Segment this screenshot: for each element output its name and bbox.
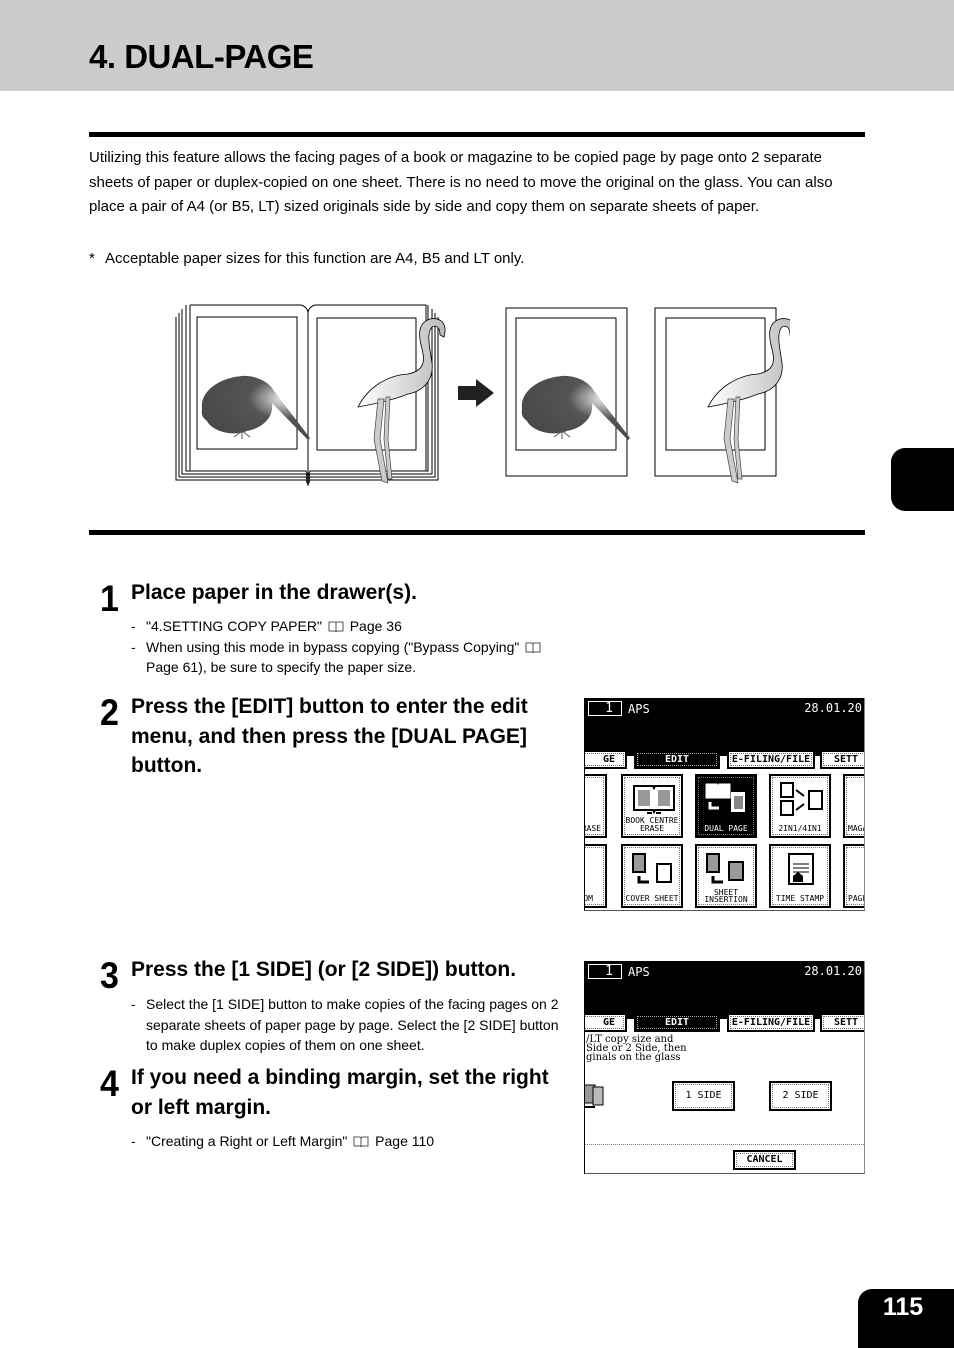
chapter-tab [891, 448, 954, 511]
page-number: 115 [882, 1293, 924, 1321]
tab-image[interactable]: GE [585, 1013, 627, 1032]
step-number: 4 [100, 1063, 119, 1104]
2-side-button[interactable]: 2 SIDE [769, 1081, 832, 1111]
tab-edit[interactable]: EDIT [634, 750, 720, 769]
step-number: 1 [100, 578, 119, 619]
1-side-button[interactable]: 1 SIDE [672, 1081, 735, 1111]
step-title: If you need a binding margin, set the ri… [131, 1066, 549, 1119]
section-divider [89, 530, 865, 535]
top-divider [89, 132, 865, 137]
sheet-insertion-icon [706, 853, 744, 884]
copy-count: 1 [588, 701, 622, 716]
date-display: 28.01.20 [804, 701, 862, 715]
screen-tabs: GE EDIT E-FILING/FILE SETT [585, 750, 864, 770]
step-title: Press the [EDIT] button to enter the edi… [131, 695, 528, 777]
note-item: - "Creating a Right or Left Margin" Page… [131, 1133, 435, 1149]
step-title: Press the [1 SIDE] (or [2 SIDE]) button. [131, 958, 517, 981]
cancel-button[interactable]: CANCEL [733, 1150, 796, 1170]
screen-message: /LT copy size and Side or 2 Side, then gin… [586, 1034, 687, 1063]
dual-page-button[interactable]: DUAL PAGE [695, 774, 757, 838]
time-stamp-button[interactable]: TIME STAMP [769, 844, 831, 908]
cover-sheet-button[interactable]: COVER SHEET [621, 844, 683, 908]
dual-page-icon [705, 783, 745, 812]
step-number: 3 [100, 955, 119, 996]
tab-settings[interactable]: SETT [820, 1013, 864, 1032]
page-title: 4. DUAL-PAGE [89, 38, 314, 75]
dual-page-screen: 1 APS 28.01.20 GE EDIT E-FILING/FILE SET… [584, 961, 865, 1174]
step-number: 2 [100, 692, 119, 733]
book-centre-erase-button[interactable]: BOOK CENTRE ERASE [621, 774, 683, 838]
edit-menu-screen: 1 APS 28.01.20 GE EDIT E-FILING/FILE SET… [584, 698, 865, 911]
duplex-pages-icon [585, 1084, 604, 1108]
tab-efiling-file[interactable]: E-FILING/FILE [727, 750, 815, 769]
step-title: Place paper in the drawer(s). [131, 581, 417, 604]
step-notes: - "4.SETTING COPY PAPER" Page 36 - When … [131, 616, 571, 678]
2in1-4in1-button[interactable]: 2IN1/4IN1 [769, 774, 831, 838]
date-display: 28.01.20 [804, 964, 862, 978]
tab-image[interactable]: GE [585, 750, 627, 769]
book-reference-icon [353, 1136, 369, 1147]
note-item: - Select the [1 SIDE] button to make cop… [131, 996, 559, 1053]
book-reference-icon [525, 642, 541, 653]
tab-efiling-file[interactable]: E-FILING/FILE [727, 1013, 815, 1032]
screen-tabs: GE EDIT E-FILING/FILE SETT [585, 1013, 864, 1033]
sheet-insertion-button[interactable]: SHEET INSERTION [695, 844, 757, 908]
page-number-button[interactable]: PAGE [843, 844, 864, 908]
cover-sheet-icon [632, 853, 672, 884]
tab-settings[interactable]: SETT [820, 750, 864, 769]
page-number-tab: 115 [858, 1289, 954, 1348]
note-marker: * [89, 250, 95, 267]
copy-count: 1 [588, 964, 622, 979]
magazine-sort-button[interactable]: MAGA [843, 774, 864, 838]
note-item: - When using this mode in bypass copying… [131, 637, 571, 678]
edit-erase-button[interactable]: RASE [585, 774, 607, 838]
right-arrow-icon [458, 379, 494, 407]
dual-page-illustration [175, 304, 790, 487]
paper-mode: APS [628, 965, 650, 979]
note-text: Acceptable paper sizes for this function… [105, 250, 525, 267]
book-centre-erase-icon [633, 785, 675, 815]
2in1-4in1-icon [780, 782, 823, 816]
step-notes: - Select the [1 SIDE] button to make cop… [131, 994, 571, 1056]
edit-zoom-button[interactable]: OM [585, 844, 607, 908]
intro-paragraph: Utilizing this feature allows the facing… [89, 149, 833, 215]
paper-size-note: * Acceptable paper sizes for this functio… [89, 249, 524, 269]
note-item: - "4.SETTING COPY PAPER" Page 36 [131, 618, 402, 634]
tab-edit[interactable]: EDIT [634, 1013, 720, 1032]
step-notes: - "Creating a Right or Left Margin" Page… [131, 1131, 571, 1152]
time-stamp-icon [788, 853, 814, 885]
paper-mode: APS [628, 702, 650, 716]
book-reference-icon [328, 621, 344, 632]
screen-divider [585, 1144, 864, 1145]
